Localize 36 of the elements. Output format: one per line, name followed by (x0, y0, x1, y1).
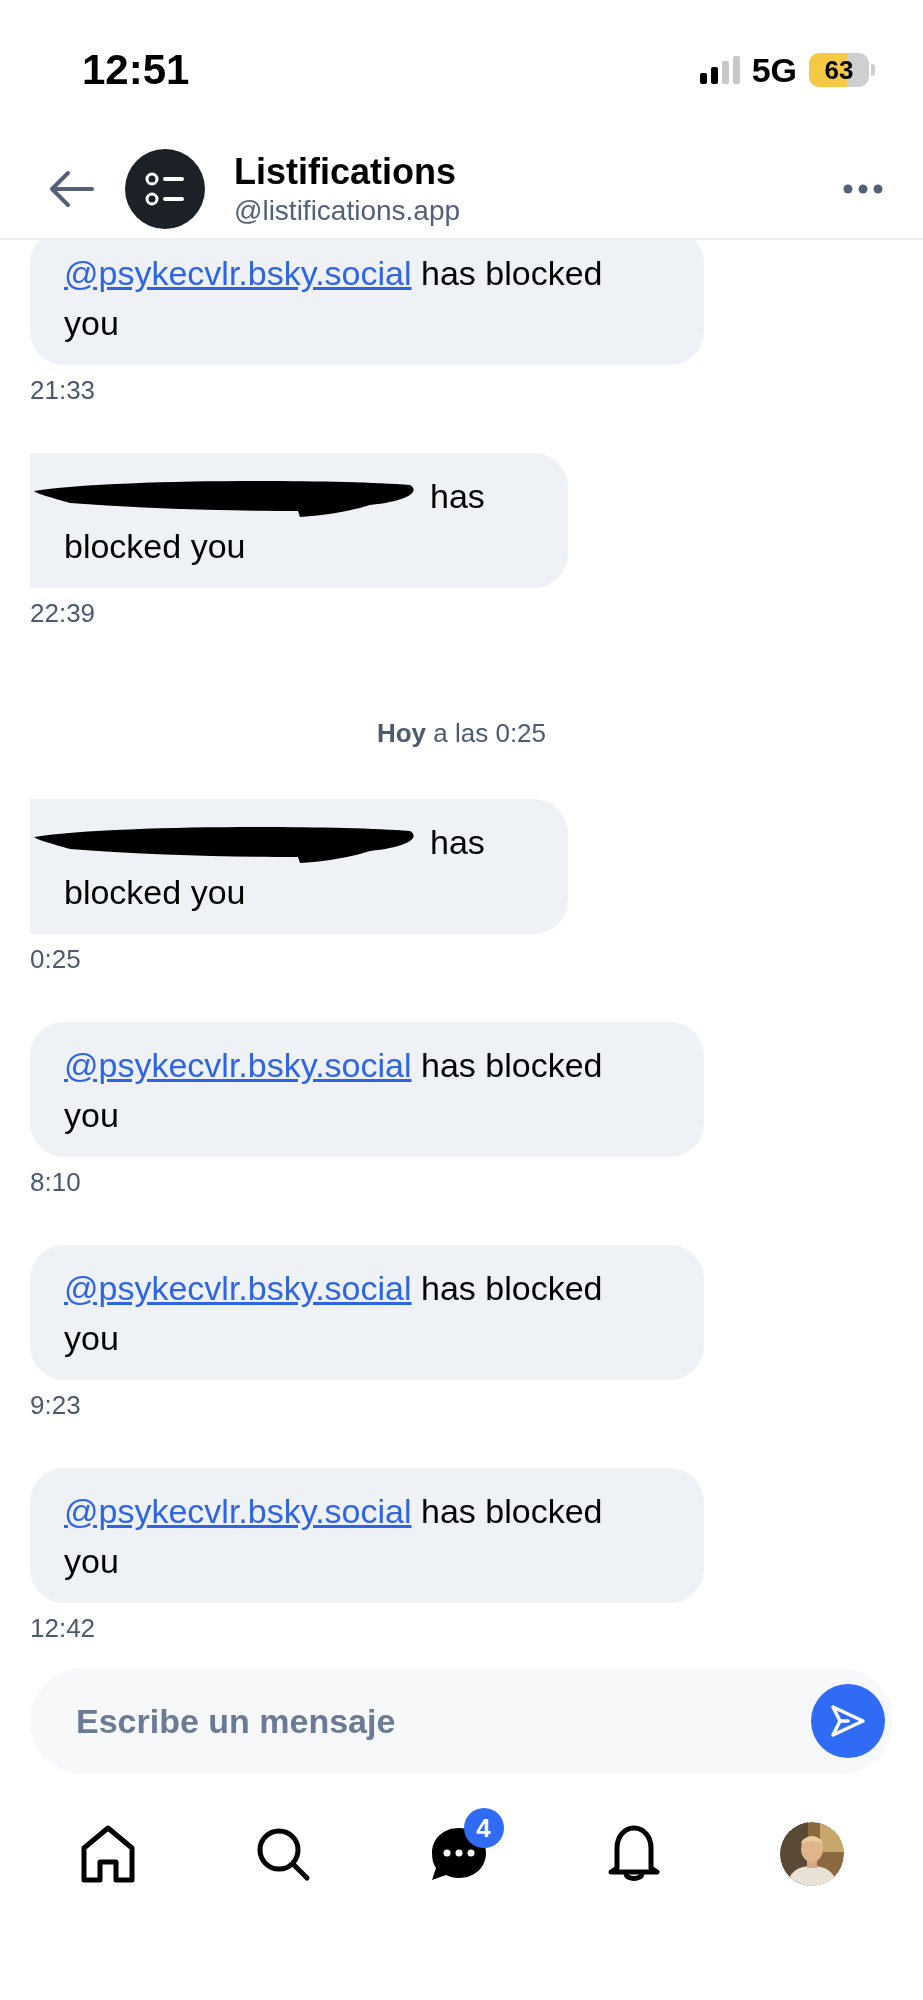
message-text: @psykecvlr.bsky.social has blocked you (64, 1269, 603, 1357)
unread-badge: 4 (463, 1808, 504, 1848)
message-time: 0:25 (30, 944, 81, 975)
message-field[interactable]: Escribe un mensaje (30, 1668, 893, 1774)
chat-handle: @listifications.app (234, 195, 462, 227)
chat-title: Listifications (234, 151, 458, 193)
notifications-tab[interactable] (606, 1824, 661, 1884)
message-time: 21:33 (30, 375, 96, 406)
message-time: 12:42 (30, 1613, 96, 1644)
message-text: blocked you (64, 526, 247, 567)
handle-link[interactable]: @psykecvlr.bsky.social (64, 1269, 412, 1307)
handle-link[interactable]: @psykecvlr.bsky.social (64, 1492, 412, 1530)
back-arrow-icon (48, 170, 94, 208)
message-text: blocked you (64, 872, 247, 913)
clock-time: 12:51 (82, 46, 190, 94)
back-button[interactable] (48, 170, 94, 208)
message-text: @psykecvlr.bsky.social has blocked you (64, 1492, 603, 1580)
send-icon (830, 1704, 866, 1738)
more-button[interactable] (843, 184, 883, 194)
message-time: 8:10 (30, 1167, 81, 1198)
message-text: has (430, 822, 485, 863)
message-time: 22:39 (30, 598, 96, 629)
home-icon (79, 1824, 136, 1884)
more-icon (843, 184, 883, 194)
message-text: has (430, 476, 485, 517)
handle-link[interactable]: @psykecvlr.bsky.social (64, 1046, 412, 1084)
network-label: 5G (751, 50, 797, 90)
message-time: 9:23 (30, 1390, 81, 1421)
bell-icon (606, 1824, 661, 1884)
home-tab[interactable] (79, 1824, 136, 1884)
signal-icon (699, 56, 740, 84)
message-text: @psykecvlr.bsky.social has blocked you (64, 1046, 603, 1134)
date-divider: Hoy a las 0:25 (376, 718, 547, 749)
list-logo-icon (124, 148, 206, 230)
handle-link[interactable]: @psykecvlr.bsky.social (64, 254, 412, 292)
message-text: @psykecvlr.bsky.social has blocked you (64, 254, 603, 342)
